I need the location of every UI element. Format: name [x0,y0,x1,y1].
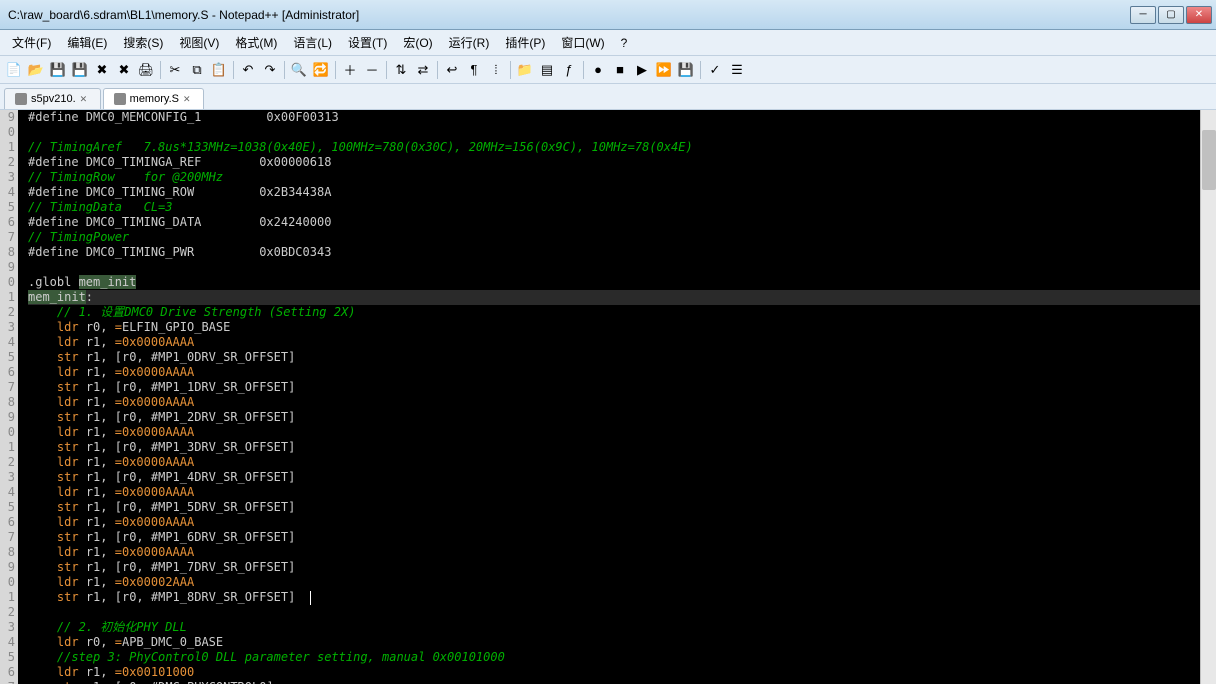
save-macro-icon[interactable]: 💾 [676,60,696,80]
show-all-icon[interactable]: ¶ [464,60,484,80]
play-multi-icon[interactable]: ⏩ [654,60,674,80]
toolbar-separator [284,61,285,79]
close-button[interactable]: ✕ [1186,6,1212,24]
close-all-icon[interactable]: ✖ [114,60,134,80]
tab-close-icon[interactable]: ✕ [183,94,193,104]
toolbar-separator [700,61,701,79]
toolbar-separator [437,61,438,79]
close-icon[interactable]: ✖ [92,60,112,80]
toolbar-separator [386,61,387,79]
undo-icon[interactable]: ↶ [238,60,258,80]
folder-icon[interactable]: 📁 [515,60,535,80]
menubar: 文件(F) 编辑(E) 搜索(S) 视图(V) 格式(M) 语言(L) 设置(T… [0,30,1216,56]
indent-guide-icon[interactable]: ⦙ [486,60,506,80]
new-file-icon[interactable]: 📄 [4,60,24,80]
menu-run[interactable]: 运行(R) [441,31,498,54]
file-icon [15,93,27,105]
menu-edit[interactable]: 编辑(E) [59,31,115,54]
menu-format[interactable]: 格式(M) [227,31,285,54]
window-title: C:\raw_board\6.sdram\BL1\memory.S - Note… [4,8,1130,22]
file-icon [114,93,126,105]
tab-s5pv210[interactable]: s5pv210. ✕ [4,88,101,109]
toolbar-separator [335,61,336,79]
menu-language[interactable]: 语言(L) [285,31,340,54]
maximize-button[interactable]: ▢ [1158,6,1184,24]
print-icon[interactable]: 🖨 [136,60,156,80]
titlebar: C:\raw_board\6.sdram\BL1\memory.S - Note… [0,0,1216,30]
copy-icon[interactable]: ⧉ [187,60,207,80]
tab-label: memory.S [130,93,179,105]
save-icon[interactable]: 💾 [48,60,68,80]
wrap-icon[interactable]: ↩ [442,60,462,80]
tab-label: s5pv210. [31,93,76,105]
sync-v-icon[interactable]: ⇅ [391,60,411,80]
doc-map-icon[interactable]: ▤ [537,60,557,80]
zoom-out-icon[interactable]: － [362,60,382,80]
vertical-scrollbar[interactable] [1200,110,1216,684]
sync-h-icon[interactable]: ⇄ [413,60,433,80]
menu-file[interactable]: 文件(F) [4,31,59,54]
line-number-gutter: 9 0 1 2 3 4 5 6 7 8 9 0 1 2 3 4 5 6 7 8 … [0,110,18,684]
toolbar-separator [510,61,511,79]
open-file-icon[interactable]: 📂 [26,60,46,80]
tab-close-icon[interactable]: ✕ [80,94,90,104]
menu-search[interactable]: 搜索(S) [115,31,171,54]
record-icon[interactable]: ● [588,60,608,80]
play-icon[interactable]: ▶ [632,60,652,80]
scrollbar-thumb[interactable] [1202,130,1216,190]
menu-settings[interactable]: 设置(T) [340,31,395,54]
func-list-icon[interactable]: ƒ [559,60,579,80]
toolbar-separator [160,61,161,79]
save-all-icon[interactable]: 💾 [70,60,90,80]
menu-view[interactable]: 视图(V) [171,31,227,54]
window-controls: ─ ▢ ✕ [1130,6,1212,24]
toolbar-separator [233,61,234,79]
menu-help[interactable]: ? [613,33,636,53]
toolbar-separator [583,61,584,79]
tabbar: s5pv210. ✕ memory.S ✕ [0,84,1216,110]
code-editor[interactable]: #define DMC0_MEMCONFIG_1 0x00F00313 // T… [18,110,1216,684]
menu-plugins[interactable]: 插件(P) [497,31,553,54]
replace-icon[interactable]: 🔁 [311,60,331,80]
menu-window[interactable]: 窗口(W) [553,31,612,54]
toolbar: 📄📂💾💾✖✖🖨✂⧉📋↶↷🔍🔁＋－⇅⇄↩¶⦙📁▤ƒ●■▶⏩💾✓☰ [0,56,1216,84]
spell-check-icon[interactable]: ✓ [705,60,725,80]
paste-icon[interactable]: 📋 [209,60,229,80]
find-icon[interactable]: 🔍 [289,60,309,80]
tab-memory-s[interactable]: memory.S ✕ [103,88,204,109]
minimize-button[interactable]: ─ [1130,6,1156,24]
editor-area: 9 0 1 2 3 4 5 6 7 8 9 0 1 2 3 4 5 6 7 8 … [0,110,1216,684]
cut-icon[interactable]: ✂ [165,60,185,80]
menu-macro[interactable]: 宏(O) [395,31,440,54]
zoom-in-icon[interactable]: ＋ [340,60,360,80]
stop-icon[interactable]: ■ [610,60,630,80]
doc-switcher-icon[interactable]: ☰ [727,60,747,80]
redo-icon[interactable]: ↷ [260,60,280,80]
